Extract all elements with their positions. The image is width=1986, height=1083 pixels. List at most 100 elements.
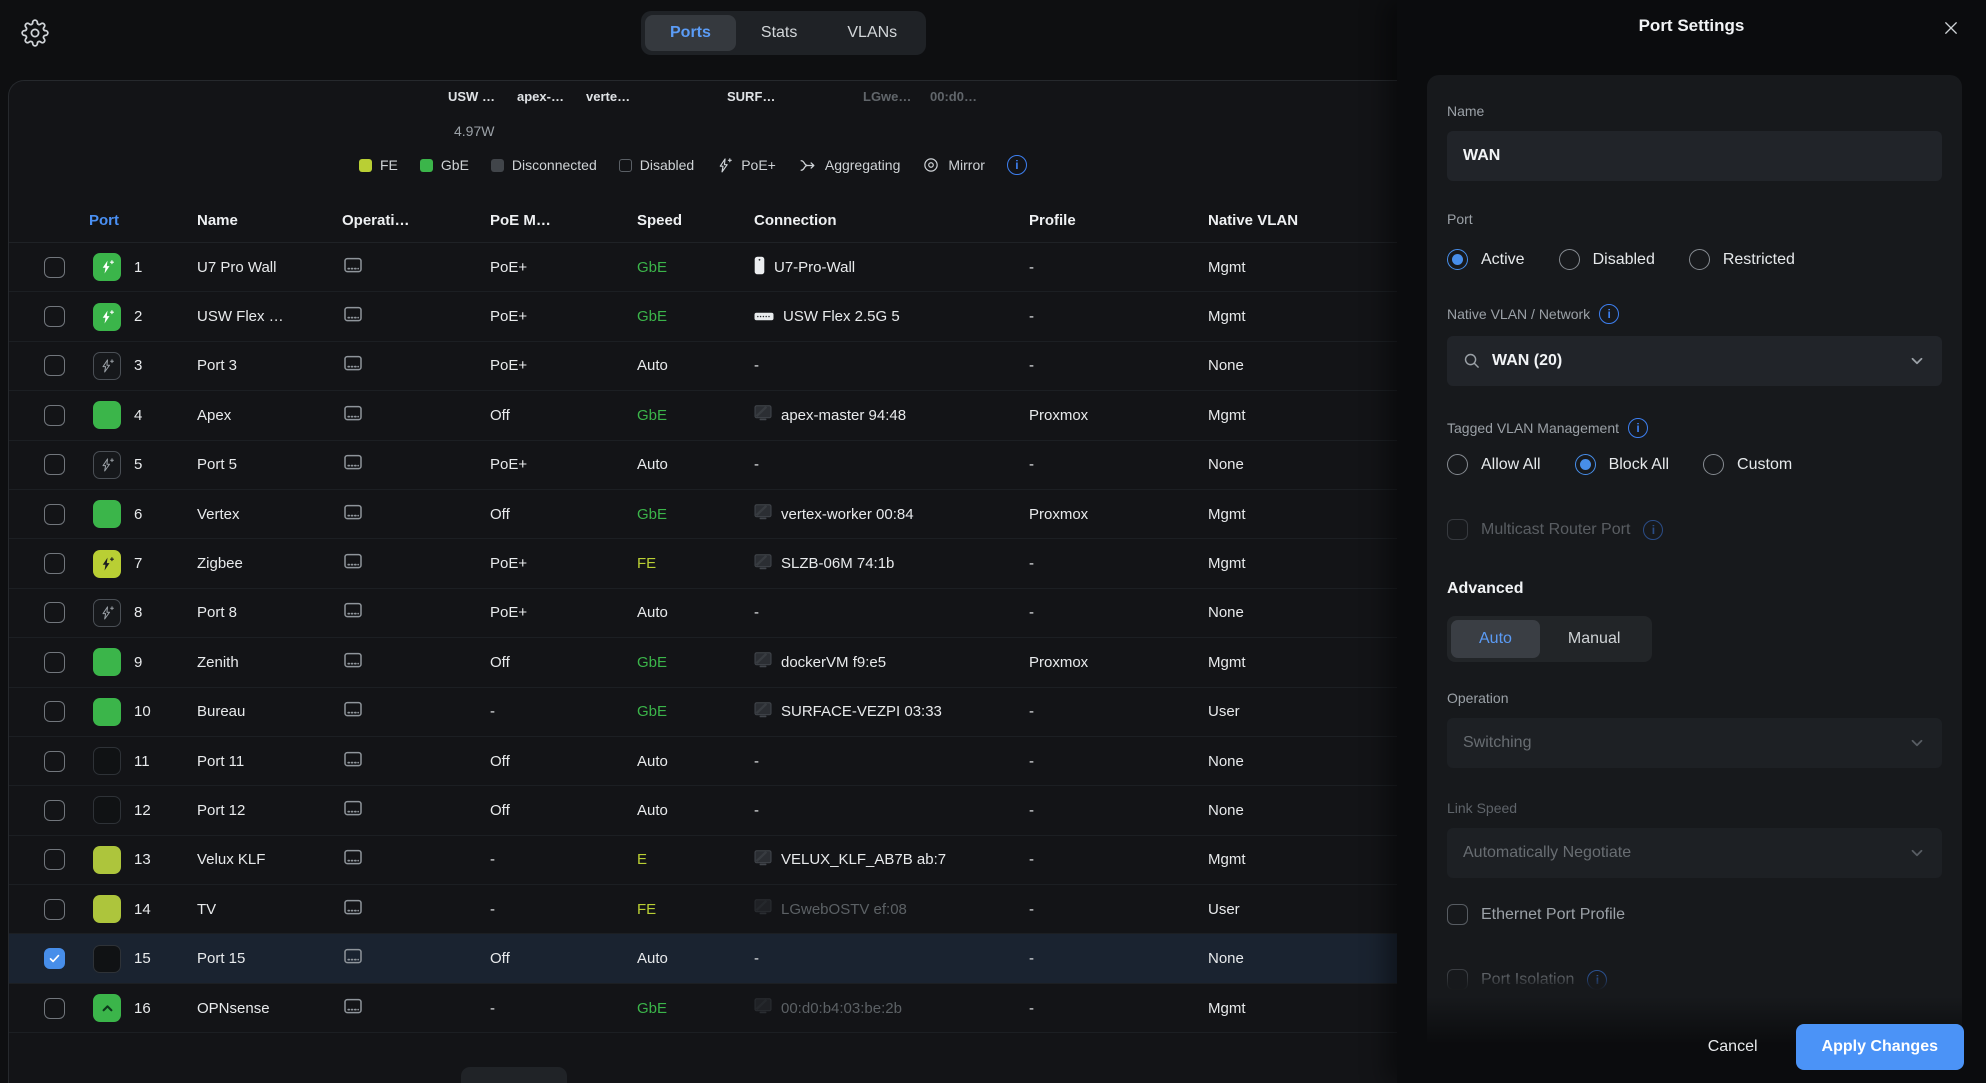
port-status-cell — [81, 550, 127, 578]
profile: - — [1017, 259, 1196, 276]
pagination-button-partial[interactable] — [461, 1067, 567, 1083]
operation-cell — [330, 503, 478, 526]
table-row[interactable]: 14TV-FELGwebOSTV ef:08-User — [9, 885, 1397, 934]
row-checkbox[interactable] — [44, 899, 65, 920]
apply-changes-button[interactable]: Apply Changes — [1796, 1024, 1964, 1070]
table-row[interactable]: 11Port 11OffAuto--None — [9, 737, 1397, 786]
column-header-operation[interactable]: Operati… — [330, 212, 478, 229]
row-checkbox[interactable] — [44, 355, 65, 376]
radio-restricted[interactable]: Restricted — [1689, 249, 1795, 270]
table-row[interactable]: 5Port 5PoE+Auto--None — [9, 441, 1397, 490]
table-row[interactable]: 4ApexOffGbEapex-master 94:48ProxmoxMgmt — [9, 391, 1397, 440]
table-row[interactable]: 7ZigbeePoE+FESLZB-06M 74:1b-Mgmt — [9, 539, 1397, 588]
row-checkbox[interactable] — [44, 652, 65, 673]
name-label: Name — [1447, 103, 1942, 119]
port-status-cell — [81, 895, 127, 923]
cancel-button[interactable]: Cancel — [1708, 1038, 1758, 1056]
switch-device-icon — [342, 898, 364, 917]
table-row[interactable]: 10Bureau-GbESURFACE-VEZPI 03:33-User — [9, 688, 1397, 737]
port-name: U7 Pro Wall — [185, 259, 330, 276]
table-row[interactable]: 16OPNsense-GbE00:d0:b4:03:be:2b-Mgmt — [9, 984, 1397, 1033]
native-vlan: None — [1196, 357, 1397, 374]
table-row[interactable]: 3Port 3PoE+Auto--None — [9, 342, 1397, 391]
row-checkbox[interactable] — [44, 800, 65, 821]
native-vlan: Mgmt — [1196, 555, 1397, 572]
table-header-row: Port Name Operati… PoE M… Speed Connecti… — [9, 199, 1397, 243]
connection: 00:d0:b4:03:be:2b — [742, 998, 1017, 1018]
table-row[interactable]: 8Port 8PoE+Auto--None — [9, 589, 1397, 638]
column-header-speed[interactable]: Speed — [625, 212, 742, 229]
port-name: Velux KLF — [185, 851, 330, 868]
close-icon[interactable] — [1938, 15, 1964, 41]
radio-disabled[interactable]: Disabled — [1559, 249, 1655, 270]
multicast-router-port-checkbox-row[interactable]: Multicast Router Port i — [1447, 519, 1942, 540]
column-header-profile[interactable]: Profile — [1017, 212, 1196, 229]
column-header-name[interactable]: Name — [185, 212, 330, 229]
radio-restricted-control[interactable] — [1689, 249, 1710, 270]
tab-stats[interactable]: Stats — [736, 15, 822, 51]
info-icon[interactable]: i — [1628, 418, 1648, 438]
manual-toggle-option[interactable]: Manual — [1540, 620, 1648, 658]
ethernet-profile-checkbox[interactable] — [1447, 904, 1468, 925]
connection-name: - — [754, 950, 759, 967]
table-row[interactable]: 15Port 15OffAuto--None — [9, 934, 1397, 983]
row-checkbox[interactable] — [44, 602, 65, 623]
table-row[interactable]: 2USW Flex …PoE+GbEUSW Flex 2.5G 5-Mgmt — [9, 292, 1397, 341]
row-checkbox[interactable] — [44, 306, 65, 327]
column-header-connection[interactable]: Connection — [742, 212, 1017, 229]
radio-block-all[interactable]: Block All — [1575, 454, 1669, 475]
connection-icon — [754, 256, 765, 279]
row-checkbox[interactable] — [44, 751, 65, 772]
connection-icon — [754, 702, 772, 722]
connection: - — [742, 357, 1017, 374]
ethernet-port-profile-checkbox-row[interactable]: Ethernet Port Profile — [1447, 904, 1942, 925]
tab-ports[interactable]: Ports — [645, 15, 736, 51]
port-isolation-checkbox[interactable] — [1447, 969, 1468, 990]
port-status-cell — [81, 401, 127, 429]
tab-vlans[interactable]: VLANs — [822, 15, 922, 51]
table-row[interactable]: 9ZenithOffGbEdockerVM f9:e5ProxmoxMgmt — [9, 638, 1397, 687]
port-isolation-checkbox-row[interactable]: Port Isolation i — [1447, 969, 1942, 990]
link-speed-select[interactable]: Automatically Negotiate — [1447, 828, 1942, 878]
operation-select[interactable]: Switching — [1447, 718, 1942, 768]
port-number: 2 — [127, 308, 185, 325]
native-vlan-select[interactable]: WAN (20) — [1447, 336, 1942, 386]
radio-custom-control[interactable] — [1703, 454, 1724, 475]
native-vlan: None — [1196, 802, 1397, 819]
row-checkbox[interactable] — [44, 849, 65, 870]
row-checkbox[interactable] — [44, 257, 65, 278]
radio-active[interactable]: Active — [1447, 249, 1525, 270]
row-checkbox[interactable] — [44, 553, 65, 574]
poe-mode: PoE+ — [478, 357, 625, 374]
poe-mode: Off — [478, 407, 625, 424]
table-row[interactable]: 6VertexOffGbEvertex-worker 00:84ProxmoxM… — [9, 490, 1397, 539]
radio-block-all-control[interactable] — [1575, 454, 1596, 475]
column-header-native-vlan[interactable]: Native VLAN — [1196, 212, 1397, 229]
row-checkbox-cell — [31, 701, 81, 722]
row-checkbox[interactable] — [44, 998, 65, 1019]
column-header-port[interactable]: Port — [81, 212, 185, 229]
port-status-cell — [81, 796, 127, 824]
table-row[interactable]: 13Velux KLF-EVELUX_KLF_AB7B ab:7-Mgmt — [9, 836, 1397, 885]
radio-disabled-control[interactable] — [1559, 249, 1580, 270]
table-row[interactable]: 12Port 12OffAuto--None — [9, 786, 1397, 835]
row-checkbox[interactable] — [44, 504, 65, 525]
port-status-icon — [93, 698, 121, 726]
radio-active-control[interactable] — [1447, 249, 1468, 270]
radio-allow-all-control[interactable] — [1447, 454, 1468, 475]
multicast-checkbox[interactable] — [1447, 519, 1468, 540]
auto-toggle-option[interactable]: Auto — [1451, 620, 1540, 658]
row-checkbox[interactable] — [44, 405, 65, 426]
info-icon[interactable]: i — [1599, 304, 1619, 324]
row-checkbox[interactable] — [44, 701, 65, 722]
name-input[interactable]: WAN — [1447, 131, 1942, 181]
table-row[interactable]: 1U7 Pro WallPoE+GbEU7-Pro-Wall-Mgmt — [9, 243, 1397, 292]
row-checkbox[interactable] — [44, 948, 65, 969]
radio-allow-all[interactable]: Allow All — [1447, 454, 1541, 475]
settings-gear-icon[interactable] — [18, 16, 52, 50]
row-checkbox-cell — [31, 355, 81, 376]
info-icon[interactable]: i — [1007, 155, 1027, 175]
radio-custom[interactable]: Custom — [1703, 454, 1792, 475]
row-checkbox[interactable] — [44, 454, 65, 475]
column-header-poe-mode[interactable]: PoE M… — [478, 212, 625, 229]
